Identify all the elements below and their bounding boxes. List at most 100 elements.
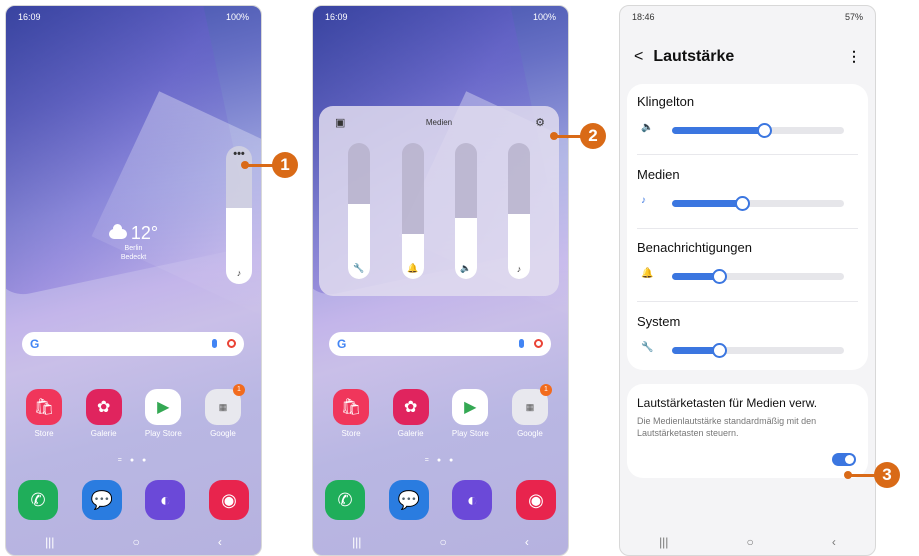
home-button[interactable]: ○ [133,535,140,549]
back-button[interactable]: ‹ [832,535,836,549]
volume-card: Klingelton 🔈 Medien ♪ Benachrichtigungen… [627,84,868,370]
dock: ✆ 💬 ◐ ◉ [18,480,249,520]
status-bar: 16:09 100% [325,12,556,26]
weather-condition: Bedeckt [120,254,147,261]
ringtone-slider[interactable] [672,123,844,138]
status-battery: 100% [532,12,556,22]
recent-apps-button[interactable]: ||| [352,535,361,549]
internet-app-icon[interactable]: ◐ [452,480,493,520]
app-label: Store [341,429,361,438]
internet-app-icon[interactable]: ◐ [145,480,186,520]
google-search-bar[interactable]: G [329,332,551,356]
mic-icon[interactable] [519,339,524,348]
google-search-bar[interactable]: G [22,332,244,356]
nav-bar: ||| ○ ‹ [6,535,261,549]
page-title-text: Lautstärke [653,48,735,65]
bell-icon: 🔔 [641,268,654,279]
media-slider[interactable] [672,196,844,211]
recent-apps-button[interactable]: ||| [659,535,668,549]
status-bar: 16:09 100% [18,12,249,26]
camera-app-icon[interactable]: ◉ [208,480,249,520]
slider-thumb[interactable] [734,196,750,211]
option-description: Die Medienlautstärke standardmäßig mit d… [637,416,817,438]
play-store-icon: ▶ [145,389,182,425]
app-gallery[interactable]: ✿ Galerie [383,389,439,438]
back-button[interactable]: ‹ [218,535,222,549]
app-label: Galerie [90,429,117,438]
status-battery: 57% [844,12,863,22]
system-volume-slider[interactable]: 🔧 [348,143,370,279]
page-title: < Lautstärke [634,48,734,66]
divider [637,301,858,302]
more-options-icon[interactable]: ⋮ [847,48,861,65]
app-play-store[interactable]: ▶ Play Store [442,389,498,438]
row-label: Benachrichtigungen [637,240,752,255]
gallery-icon: ✿ [85,389,122,425]
slider-thumb[interactable] [712,343,728,358]
callout-2-line [555,135,583,138]
recent-apps-button[interactable]: ||| [45,535,54,549]
app-google-folder[interactable]: ▦ 1 Google [195,384,251,438]
notification-badge: 1 [539,384,552,396]
option-title: Lautstärketasten für Medien verw. [637,396,818,410]
messages-app-icon[interactable]: 💬 [81,480,122,520]
bell-icon: 🔔 [407,263,419,273]
app-label: Store [34,429,54,438]
more-options-icon[interactable]: ••• [226,148,252,160]
app-store[interactable]: 🛍 Store [323,389,379,438]
messages-app-icon[interactable]: 💬 [388,480,429,520]
ringtone-volume-slider[interactable]: 🔈 [455,143,477,279]
slider-fill [672,127,764,134]
music-note-icon: ♪ [641,195,646,206]
mic-icon[interactable] [212,339,217,348]
app-gallery[interactable]: ✿ Galerie [76,389,132,438]
store-icon: 🛍 [333,389,369,425]
music-note-icon: ♪ [516,264,522,274]
slider-thumb[interactable] [712,269,728,284]
notification-volume-slider[interactable]: 🔔 [402,143,424,279]
slider-thumb[interactable] [757,123,773,138]
status-bar: 18:46 57% [632,12,863,26]
home-button[interactable]: ○ [747,535,754,549]
page-indicator: = ● ● [117,457,150,464]
system-slider[interactable] [672,343,844,358]
lens-icon[interactable] [227,339,236,348]
media-keys-toggle[interactable] [832,453,856,466]
row-label: Klingelton [637,94,695,109]
weather-city: Berlin [124,245,143,252]
app-row: 🛍 Store ✿ Galerie ▶ Play Store ▦ 1 Google [16,384,251,438]
play-store-icon: ▶ [452,389,489,425]
speaker-icon: 🔈 [460,263,472,273]
volume-row-media: Medien ♪ [637,167,854,211]
media-volume-slider[interactable]: ♪ [508,143,530,279]
back-button[interactable]: ‹ [525,535,529,549]
google-logo: G [337,337,347,351]
home-button[interactable]: ○ [440,535,447,549]
notifications-slider[interactable] [672,269,844,284]
status-time: 16:09 [325,12,348,22]
callout-3: 3 [874,462,900,488]
app-label: Play Store [451,429,489,438]
volume-panel-expanded[interactable]: ▣ Medien ⚙ 🔧 🔔 🔈 ♪ [319,106,559,296]
app-google-folder[interactable]: ▦ 1 Google [502,384,558,438]
app-store[interactable]: 🛍 Store [16,389,72,438]
cloud-icon [108,223,127,239]
phone-app-icon[interactable]: ✆ [18,480,58,520]
row-label: Medien [637,167,680,182]
media-keys-card[interactable]: Lautstärketasten für Medien verw. Die Me… [627,384,868,478]
status-battery: 100% [225,12,249,22]
callout-1: 1 [272,152,298,178]
wrench-icon: 🔧 [353,263,365,273]
google-folder-icon: ▦ 1 [511,384,552,425]
camera-app-icon[interactable]: ◉ [515,480,556,520]
app-play-store[interactable]: ▶ Play Store [135,389,191,438]
back-arrow-icon[interactable]: < [634,48,643,65]
slider-fill [672,200,741,207]
gear-icon[interactable]: ⚙ [535,116,545,129]
lens-icon[interactable] [534,339,543,348]
weather-widget[interactable]: 12° Berlin Bedeckt [6,223,261,262]
status-time: 16:09 [18,12,41,22]
google-folder-icon: ▦ 1 [204,384,245,425]
phone-app-icon[interactable]: ✆ [325,480,365,520]
phone-screen-volume-settings: 18:46 57% < Lautstärke ⋮ Klingelton 🔈 Med… [619,5,876,556]
